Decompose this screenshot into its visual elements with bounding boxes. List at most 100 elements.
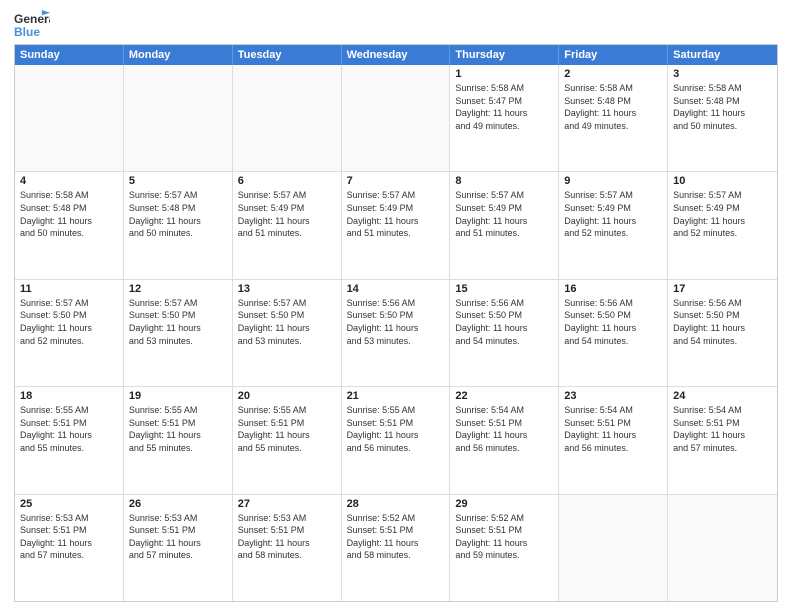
day-number: 23 [564, 390, 662, 402]
calendar-row-4: 25 Sunrise: 5:53 AM Sunset: 5:51 PM Dayli… [15, 495, 777, 601]
day-info: Sunrise: 5:58 AM Sunset: 5:48 PM Dayligh… [20, 189, 118, 239]
day-cell-12: 12 Sunrise: 5:57 AM Sunset: 5:50 PM Dayli… [124, 280, 233, 386]
day-info: Sunrise: 5:57 AM Sunset: 5:50 PM Dayligh… [129, 297, 227, 347]
day-number: 5 [129, 175, 227, 187]
day-cell-22: 22 Sunrise: 5:54 AM Sunset: 5:51 PM Dayli… [450, 387, 559, 493]
day-cell-empty-0-0 [15, 65, 124, 171]
weekday-header-tuesday: Tuesday [233, 45, 342, 65]
day-cell-29: 29 Sunrise: 5:52 AM Sunset: 5:51 PM Dayli… [450, 495, 559, 601]
weekday-header-friday: Friday [559, 45, 668, 65]
day-info: Sunrise: 5:54 AM Sunset: 5:51 PM Dayligh… [455, 404, 553, 454]
day-cell-8: 8 Sunrise: 5:57 AM Sunset: 5:49 PM Daylig… [450, 172, 559, 278]
day-info: Sunrise: 5:53 AM Sunset: 5:51 PM Dayligh… [20, 512, 118, 562]
day-number: 3 [673, 68, 772, 80]
day-cell-empty-4-5 [559, 495, 668, 601]
day-info: Sunrise: 5:55 AM Sunset: 5:51 PM Dayligh… [20, 404, 118, 454]
day-info: Sunrise: 5:56 AM Sunset: 5:50 PM Dayligh… [564, 297, 662, 347]
day-info: Sunrise: 5:54 AM Sunset: 5:51 PM Dayligh… [564, 404, 662, 454]
header: General Blue [14, 10, 778, 38]
calendar-body: 1 Sunrise: 5:58 AM Sunset: 5:47 PM Daylig… [15, 65, 777, 601]
day-info: Sunrise: 5:57 AM Sunset: 5:49 PM Dayligh… [455, 189, 553, 239]
day-info: Sunrise: 5:53 AM Sunset: 5:51 PM Dayligh… [129, 512, 227, 562]
day-info: Sunrise: 5:53 AM Sunset: 5:51 PM Dayligh… [238, 512, 336, 562]
weekday-header-sunday: Sunday [15, 45, 124, 65]
day-cell-6: 6 Sunrise: 5:57 AM Sunset: 5:49 PM Daylig… [233, 172, 342, 278]
day-number: 27 [238, 498, 336, 510]
day-info: Sunrise: 5:55 AM Sunset: 5:51 PM Dayligh… [129, 404, 227, 454]
day-number: 19 [129, 390, 227, 402]
day-cell-4: 4 Sunrise: 5:58 AM Sunset: 5:48 PM Daylig… [15, 172, 124, 278]
day-number: 18 [20, 390, 118, 402]
day-cell-23: 23 Sunrise: 5:54 AM Sunset: 5:51 PM Dayli… [559, 387, 668, 493]
day-info: Sunrise: 5:56 AM Sunset: 5:50 PM Dayligh… [455, 297, 553, 347]
day-cell-17: 17Sunrise: 5:56 AM Sunset: 5:50 PM Dayli… [668, 280, 777, 386]
day-number: 11 [20, 283, 118, 295]
day-info: Sunrise: 5:57 AM Sunset: 5:49 PM Dayligh… [673, 189, 772, 239]
day-info: Sunrise: 5:57 AM Sunset: 5:49 PM Dayligh… [347, 189, 445, 239]
day-info: Sunrise: 5:56 AM Sunset: 5:50 PM Dayligh… [347, 297, 445, 347]
day-info: Sunrise: 5:57 AM Sunset: 5:50 PM Dayligh… [238, 297, 336, 347]
day-number: 25 [20, 498, 118, 510]
day-cell-1: 1 Sunrise: 5:58 AM Sunset: 5:47 PM Daylig… [450, 65, 559, 171]
weekday-header-wednesday: Wednesday [342, 45, 451, 65]
day-number: 15 [455, 283, 553, 295]
day-number: 4 [20, 175, 118, 187]
day-cell-15: 15 Sunrise: 5:56 AM Sunset: 5:50 PM Dayli… [450, 280, 559, 386]
day-info: Sunrise: 5:57 AM Sunset: 5:48 PM Dayligh… [129, 189, 227, 239]
day-number: 22 [455, 390, 553, 402]
day-cell-24: 24Sunrise: 5:54 AM Sunset: 5:51 PM Dayli… [668, 387, 777, 493]
day-cell-28: 28Sunrise: 5:52 AM Sunset: 5:51 PM Dayli… [342, 495, 451, 601]
svg-text:Blue: Blue [14, 25, 40, 38]
day-cell-14: 14 Sunrise: 5:56 AM Sunset: 5:50 PM Dayli… [342, 280, 451, 386]
day-cell-18: 18 Sunrise: 5:55 AM Sunset: 5:51 PM Dayli… [15, 387, 124, 493]
calendar-row-3: 18 Sunrise: 5:55 AM Sunset: 5:51 PM Dayli… [15, 387, 777, 494]
day-cell-19: 19 Sunrise: 5:55 AM Sunset: 5:51 PM Dayli… [124, 387, 233, 493]
day-number: 2 [564, 68, 662, 80]
day-cell-27: 27 Sunrise: 5:53 AM Sunset: 5:51 PM Dayli… [233, 495, 342, 601]
day-number: 8 [455, 175, 553, 187]
day-cell-10: 10 Sunrise: 5:57 AM Sunset: 5:49 PM Dayli… [668, 172, 777, 278]
day-number: 16 [564, 283, 662, 295]
day-cell-empty-4-6 [668, 495, 777, 601]
calendar-row-2: 11 Sunrise: 5:57 AM Sunset: 5:50 PM Dayli… [15, 280, 777, 387]
day-cell-20: 20Sunrise: 5:55 AM Sunset: 5:51 PM Dayli… [233, 387, 342, 493]
logo-icon: General Blue [14, 10, 50, 38]
day-cell-empty-0-1 [124, 65, 233, 171]
day-info: Sunrise: 5:57 AM Sunset: 5:49 PM Dayligh… [564, 189, 662, 239]
day-cell-5: 5 Sunrise: 5:57 AM Sunset: 5:48 PM Daylig… [124, 172, 233, 278]
day-number: 24 [673, 390, 772, 402]
day-cell-9: 9Sunrise: 5:57 AM Sunset: 5:49 PM Daylig… [559, 172, 668, 278]
day-cell-2: 2 Sunrise: 5:58 AM Sunset: 5:48 PM Daylig… [559, 65, 668, 171]
day-info: Sunrise: 5:52 AM Sunset: 5:51 PM Dayligh… [455, 512, 553, 562]
calendar-header: SundayMondayTuesdayWednesdayThursdayFrid… [15, 45, 777, 65]
day-number: 28 [347, 498, 445, 510]
day-info: Sunrise: 5:57 AM Sunset: 5:49 PM Dayligh… [238, 189, 336, 239]
day-info: Sunrise: 5:58 AM Sunset: 5:48 PM Dayligh… [564, 82, 662, 132]
day-cell-21: 21Sunrise: 5:55 AM Sunset: 5:51 PM Dayli… [342, 387, 451, 493]
day-number: 29 [455, 498, 553, 510]
day-number: 6 [238, 175, 336, 187]
day-number: 13 [238, 283, 336, 295]
weekday-header-thursday: Thursday [450, 45, 559, 65]
day-number: 7 [347, 175, 445, 187]
day-number: 10 [673, 175, 772, 187]
calendar-row-0: 1 Sunrise: 5:58 AM Sunset: 5:47 PM Daylig… [15, 65, 777, 172]
day-cell-25: 25 Sunrise: 5:53 AM Sunset: 5:51 PM Dayli… [15, 495, 124, 601]
day-info: Sunrise: 5:55 AM Sunset: 5:51 PM Dayligh… [347, 404, 445, 454]
day-number: 26 [129, 498, 227, 510]
weekday-header-monday: Monday [124, 45, 233, 65]
day-cell-7: 7 Sunrise: 5:57 AM Sunset: 5:49 PM Daylig… [342, 172, 451, 278]
page: General Blue SundayMondayTuesdayWednesda… [0, 0, 792, 612]
day-number: 14 [347, 283, 445, 295]
calendar-row-1: 4 Sunrise: 5:58 AM Sunset: 5:48 PM Daylig… [15, 172, 777, 279]
day-info: Sunrise: 5:58 AM Sunset: 5:47 PM Dayligh… [455, 82, 553, 132]
day-cell-empty-0-3 [342, 65, 451, 171]
logo: General Blue [14, 10, 50, 38]
day-number: 1 [455, 68, 553, 80]
day-info: Sunrise: 5:57 AM Sunset: 5:50 PM Dayligh… [20, 297, 118, 347]
day-cell-11: 11 Sunrise: 5:57 AM Sunset: 5:50 PM Dayli… [15, 280, 124, 386]
day-number: 12 [129, 283, 227, 295]
day-number: 20 [238, 390, 336, 402]
calendar: SundayMondayTuesdayWednesdayThursdayFrid… [14, 44, 778, 602]
day-info: Sunrise: 5:58 AM Sunset: 5:48 PM Dayligh… [673, 82, 772, 132]
